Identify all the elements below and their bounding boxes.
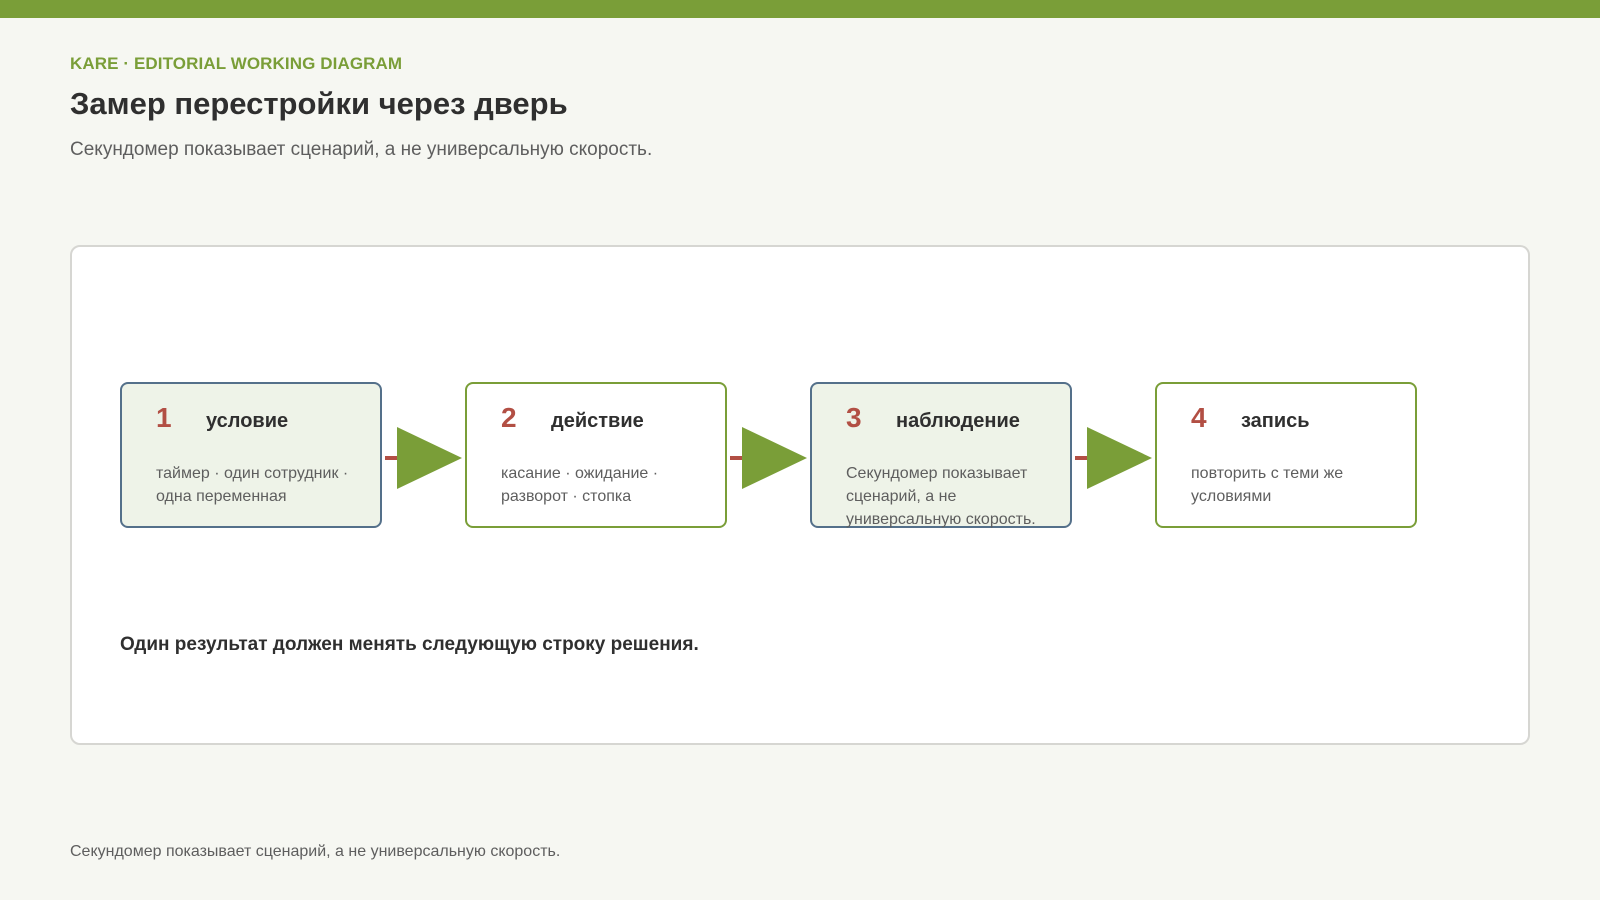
step-card-3: 3 наблюдение Секундомер показывает сцена…	[810, 382, 1072, 528]
step-description: касание · ожидание · разворот · стопка	[501, 465, 659, 505]
step-title: наблюдение	[896, 410, 1020, 432]
step-card-2: 2 действие касание · ожидание · разворот…	[465, 382, 727, 528]
diagram-panel: 1 условие таймер · один сотрудник · одна…	[70, 245, 1530, 745]
step-number: 1	[156, 402, 172, 433]
step-card-1: 1 условие таймер · один сотрудник · одна…	[120, 382, 382, 528]
step-title: запись	[1241, 410, 1310, 432]
top-accent-bar	[0, 0, 1600, 18]
step-description: таймер · один сотрудник · одна переменна…	[156, 465, 349, 505]
page-title: Замер перестройки через дверь	[70, 86, 568, 121]
arrow-right-icon	[730, 427, 807, 489]
step-number: 4	[1191, 402, 1207, 433]
step-description: Секундомер показывает сценарий, а не уни…	[846, 465, 1036, 528]
page-subtitle: Секундомер показывает сценарий, а не уни…	[70, 139, 653, 160]
arrow-right-icon	[1075, 427, 1152, 489]
step-number: 2	[501, 402, 517, 433]
arrow-right-icon	[385, 427, 462, 489]
diagram-note: Один результат должен менять следующую с…	[120, 634, 699, 655]
step-title: действие	[551, 410, 644, 432]
kicker-label: KARE · EDITORIAL WORKING DIAGRAM	[70, 54, 403, 73]
step-description: повторить с теми же условиями	[1191, 465, 1344, 505]
step-number: 3	[846, 402, 862, 433]
footer-caption: Секундомер показывает сценарий, а не уни…	[70, 843, 561, 860]
step-title: условие	[206, 410, 289, 432]
step-card-4: 4 запись повторить с теми же условиями	[1155, 382, 1417, 528]
